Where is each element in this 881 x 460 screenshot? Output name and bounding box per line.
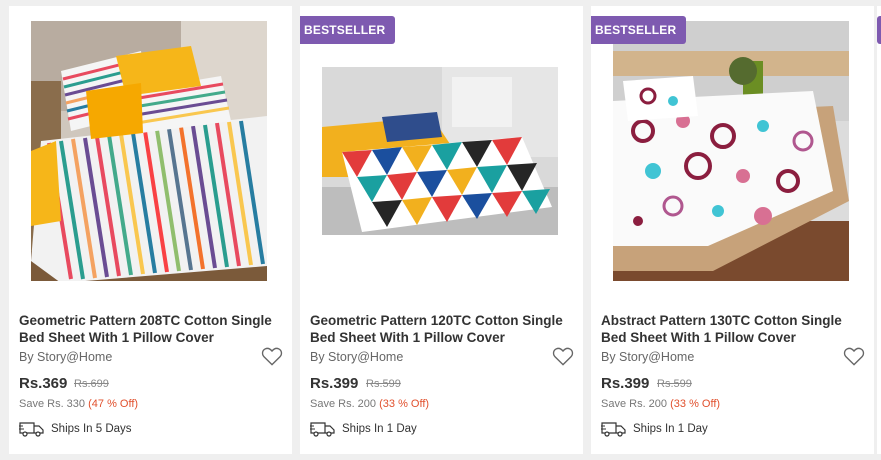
product-title-line2[interactable]: Bed Sheet With 1 Pillow Cover bbox=[19, 330, 214, 345]
product-title[interactable]: Geometric Pattern 208TC Cotton Single Be… bbox=[19, 312, 279, 346]
wishlist-heart-icon[interactable] bbox=[261, 346, 283, 366]
product-title-line2[interactable]: Bed Sheet With 1 Pillow Cover bbox=[310, 330, 505, 345]
product-brand: By Story@Home bbox=[601, 350, 695, 364]
product-title-line1[interactable]: Abstract Pattern 130TC Cotton Single bbox=[601, 313, 842, 328]
bestseller-badge-partial bbox=[877, 16, 881, 44]
product-brand: By Story@Home bbox=[19, 350, 113, 364]
product-price: Rs.369 bbox=[19, 375, 68, 392]
product-image[interactable] bbox=[613, 21, 849, 281]
wishlist-heart-icon[interactable] bbox=[843, 346, 865, 366]
product-grid: Geometric Pattern 208TC Cotton Single Be… bbox=[0, 0, 881, 460]
bestseller-badge: BESTSELLER bbox=[591, 16, 687, 44]
shipping-text: Ships In 5 Days bbox=[51, 423, 132, 435]
product-savings: Save Rs. 200 (33 % Off) bbox=[601, 398, 720, 410]
product-card-partial[interactable] bbox=[877, 6, 881, 454]
abstract-bedsheet-image bbox=[613, 21, 849, 281]
discount-percent: (33 % Off) bbox=[379, 398, 430, 410]
bestseller-badge: BESTSELLER bbox=[300, 16, 396, 44]
product-mrp: Rs.599 bbox=[657, 378, 692, 390]
product-mrp: Rs.699 bbox=[74, 378, 109, 390]
product-title-line2[interactable]: Bed Sheet With 1 Pillow Cover bbox=[601, 330, 796, 345]
product-price: Rs.399 bbox=[310, 375, 359, 392]
shipping-text: Ships In 1 Day bbox=[342, 423, 417, 435]
product-title-line1[interactable]: Geometric Pattern 120TC Cotton Single bbox=[310, 313, 563, 328]
shipping-text: Ships In 1 Day bbox=[633, 423, 708, 435]
product-image[interactable] bbox=[322, 21, 558, 281]
product-image[interactable] bbox=[31, 21, 267, 281]
discount-percent: (33 % Off) bbox=[670, 398, 721, 410]
shipping-info: Ships In 1 Day bbox=[310, 420, 417, 438]
truck-icon bbox=[601, 422, 626, 437]
shipping-info: Ships In 1 Day bbox=[601, 420, 708, 438]
shipping-info: Ships In 5 Days bbox=[19, 420, 132, 438]
product-card[interactable]: BESTSELLER Abstract Pattern 130TC Cotton… bbox=[591, 6, 874, 454]
product-savings: Save Rs. 200 (33 % Off) bbox=[310, 398, 429, 410]
product-title-line1[interactable]: Geometric Pattern 208TC Cotton Single bbox=[19, 313, 272, 328]
product-mrp: Rs.599 bbox=[366, 378, 401, 390]
savings-amount: Save Rs. 330 bbox=[19, 398, 86, 410]
product-savings: Save Rs. 330 (47 % Off) bbox=[19, 398, 138, 410]
savings-amount: Save Rs. 200 bbox=[601, 398, 668, 410]
product-price: Rs.399 bbox=[601, 375, 650, 392]
savings-amount: Save Rs. 200 bbox=[310, 398, 377, 410]
product-title[interactable]: Geometric Pattern 120TC Cotton Single Be… bbox=[310, 312, 570, 346]
truck-icon bbox=[310, 422, 335, 437]
wishlist-heart-icon[interactable] bbox=[552, 346, 574, 366]
product-brand: By Story@Home bbox=[310, 350, 404, 364]
product-card[interactable]: BESTSELLER Geometric Pattern 120TC Cotto… bbox=[300, 6, 583, 454]
striped-bedsheet-image bbox=[31, 21, 267, 281]
truck-icon bbox=[19, 422, 44, 437]
geometric-bedsheet-image bbox=[322, 21, 558, 281]
product-title[interactable]: Abstract Pattern 130TC Cotton Single Bed… bbox=[601, 312, 861, 346]
product-card[interactable]: Geometric Pattern 208TC Cotton Single Be… bbox=[9, 6, 292, 454]
discount-percent: (47 % Off) bbox=[88, 398, 139, 410]
